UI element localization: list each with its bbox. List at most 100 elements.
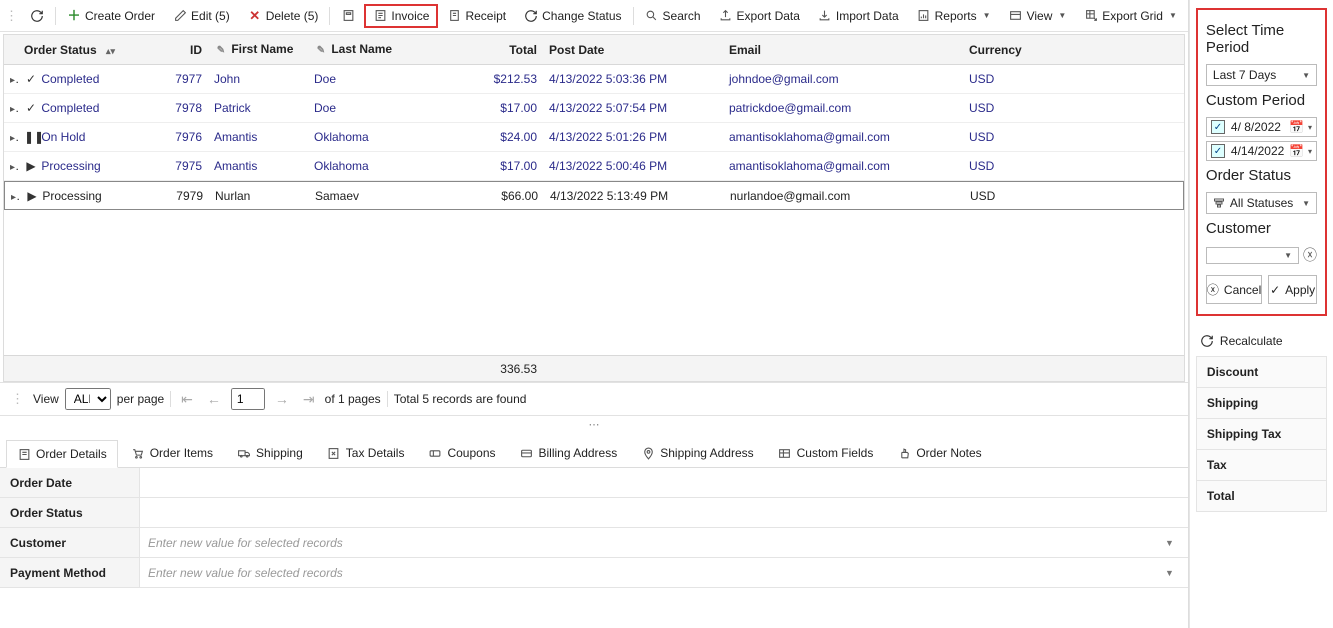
toolbar-label: View (1027, 9, 1053, 23)
field-order-date: Order Date (0, 468, 1188, 498)
prev-page-button[interactable]: ← (203, 389, 225, 409)
status-cell: Processing (42, 189, 101, 203)
email-cell: johndoe@gmail.com (723, 68, 963, 90)
reports-button[interactable]: Reports ▼ (908, 4, 1000, 28)
plus-icon: ＋ (67, 9, 81, 23)
col-post-date[interactable]: Post Date (543, 39, 723, 61)
table-row[interactable]: ▸▶ Processing7975AmantisOklahoma$17.004/… (4, 152, 1184, 181)
id-cell: 7979 (159, 185, 209, 207)
toolbar-label: Receipt (465, 9, 506, 23)
tab-shipping-address[interactable]: Shipping Address (630, 439, 764, 467)
tab-tax-details[interactable]: Tax Details (316, 439, 416, 467)
expand-icon[interactable]: ▸ (11, 189, 19, 203)
time-period-select[interactable]: Last 7 Days ▼ (1206, 64, 1317, 86)
page-input[interactable] (231, 388, 265, 410)
col-currency[interactable]: Currency (963, 39, 1184, 61)
col-first-name[interactable]: ✎ First Name (208, 38, 308, 62)
tab-order-notes[interactable]: Order Notes (886, 439, 992, 467)
toolbar-grip-icon[interactable]: ⋮ (2, 8, 21, 24)
tab-order-items[interactable]: Order Items (120, 439, 224, 467)
chevron-down-icon: ▾ (1308, 147, 1312, 156)
table-row[interactable]: ▸✓ Completed7977JohnDoe$212.534/13/2022 … (4, 65, 1184, 94)
last-name-cell: Oklahoma (308, 155, 483, 177)
col-last-name[interactable]: ✎ Last Name (308, 38, 483, 62)
x-icon: ✕ (248, 9, 262, 23)
date-from-input[interactable]: ✓ 4/ 8/2022 📅▾ (1206, 117, 1317, 137)
tab-shipping[interactable]: Shipping (226, 439, 314, 467)
next-page-button[interactable]: → (271, 389, 293, 409)
last-page-button[interactable]: ⇥ (299, 389, 319, 410)
table-row[interactable]: ▸❚❚ On Hold7976AmantisOklahoma$24.004/13… (4, 123, 1184, 152)
receipt-icon (447, 9, 461, 23)
col-total[interactable]: Total (483, 39, 543, 61)
fields-icon (778, 446, 792, 460)
table-row[interactable]: ▸▶ Processing7979NurlanSamaev$66.004/13/… (4, 181, 1184, 210)
main-toolbar: ⋮ ＋ Create Order Edit (5) ✕ Delete (5) (0, 0, 1188, 32)
chevron-down-icon: ▼ (1169, 11, 1177, 20)
expand-icon[interactable]: ▸ (10, 130, 18, 144)
tab-coupons[interactable]: Coupons (417, 439, 506, 467)
delete-button[interactable]: ✕ Delete (5) (239, 4, 328, 28)
customer-select[interactable]: ▼ (1206, 247, 1299, 264)
invoice-icon (373, 9, 387, 23)
orders-grid: Order Status ▴▾ ID ✎ First Name ✎ Last N… (3, 34, 1185, 382)
receipt-button[interactable]: Receipt (438, 4, 515, 28)
total-cell: $17.00 (483, 97, 543, 119)
id-cell: 7976 (158, 126, 208, 148)
import-data-button[interactable]: Import Data (809, 4, 908, 28)
create-order-button[interactable]: ＋ Create Order (58, 4, 164, 28)
expand-icon[interactable]: ▸ (10, 159, 18, 173)
grid-export-icon (1084, 9, 1098, 23)
expand-icon[interactable]: ▸ (10, 101, 18, 115)
order-status-select[interactable]: All Statuses ▼ (1206, 192, 1317, 214)
last-name-cell: Oklahoma (308, 126, 483, 148)
chevron-down-icon[interactable]: ▼ (1159, 568, 1180, 578)
refresh-icon (30, 9, 44, 23)
splitter-handle[interactable]: ⋯ (0, 416, 1188, 433)
pager-bar: ⋮ View ALL per page ⇤ ← → ⇥ of 1 pages T… (0, 382, 1188, 416)
first-page-button[interactable]: ⇤ (177, 389, 197, 410)
date-to-input[interactable]: ✓ 4/14/2022 📅▾ (1206, 141, 1317, 161)
checkbox-checked-icon[interactable]: ✓ (1211, 120, 1225, 134)
col-order-status[interactable]: Order Status ▴▾ (18, 39, 158, 61)
customer-input[interactable]: Enter new value for selected records ▼ (140, 536, 1188, 550)
export-grid-button[interactable]: Export Grid ▼ (1075, 4, 1186, 28)
refresh-button[interactable] (21, 4, 53, 28)
chevron-down-icon[interactable]: ▼ (1159, 538, 1180, 548)
cancel-button[interactable]: ⓧ Cancel (1206, 275, 1262, 304)
table-row[interactable]: ▸✓ Completed7978PatrickDoe$17.004/13/202… (4, 94, 1184, 123)
chevron-down-icon: ▼ (983, 11, 991, 20)
date-cell: 4/13/2022 5:03:36 PM (543, 68, 723, 90)
last-name-cell: Doe (308, 97, 483, 119)
filter-box: Select Time Period Last 7 Days ▼ Custom … (1196, 8, 1327, 316)
pager-grip-icon[interactable]: ⋮ (8, 391, 27, 407)
change-status-button[interactable]: Change Status (515, 4, 630, 28)
edit-button[interactable]: Edit (5) (164, 4, 239, 28)
tab-custom-fields[interactable]: Custom Fields (767, 439, 885, 467)
view-button[interactable]: View ▼ (1000, 4, 1076, 28)
status-icon: ▶ (25, 189, 39, 203)
first-name-cell: Amantis (208, 126, 308, 148)
toolbar-label: Edit (5) (191, 9, 230, 23)
checkbox-checked-icon[interactable]: ✓ (1211, 144, 1225, 158)
clear-customer-button[interactable]: ⓧ (1303, 245, 1317, 265)
payment-method-input[interactable]: Enter new value for selected records ▼ (140, 566, 1188, 580)
status-icon: ▶ (24, 159, 38, 173)
col-id[interactable]: ID (158, 39, 208, 61)
footer-total: 336.53 (483, 358, 543, 380)
per-page-select[interactable]: ALL (65, 388, 111, 410)
chevron-down-icon: ▼ (1302, 71, 1310, 80)
total-cell: $24.00 (483, 126, 543, 148)
col-email[interactable]: Email (723, 39, 963, 61)
unknown-doc-button[interactable] (332, 4, 364, 28)
id-cell: 7975 (158, 155, 208, 177)
tab-billing-address[interactable]: Billing Address (509, 439, 629, 467)
tab-order-details[interactable]: Order Details (6, 440, 118, 468)
grid-footer: 336.53 (4, 355, 1184, 381)
export-data-button[interactable]: Export Data (710, 4, 809, 28)
invoice-button[interactable]: Invoice (364, 4, 438, 28)
apply-button[interactable]: ✓ Apply (1268, 275, 1317, 304)
recalculate-button[interactable]: Recalculate (1196, 326, 1327, 356)
search-button[interactable]: Search (636, 4, 710, 28)
expand-icon[interactable]: ▸ (10, 72, 18, 86)
